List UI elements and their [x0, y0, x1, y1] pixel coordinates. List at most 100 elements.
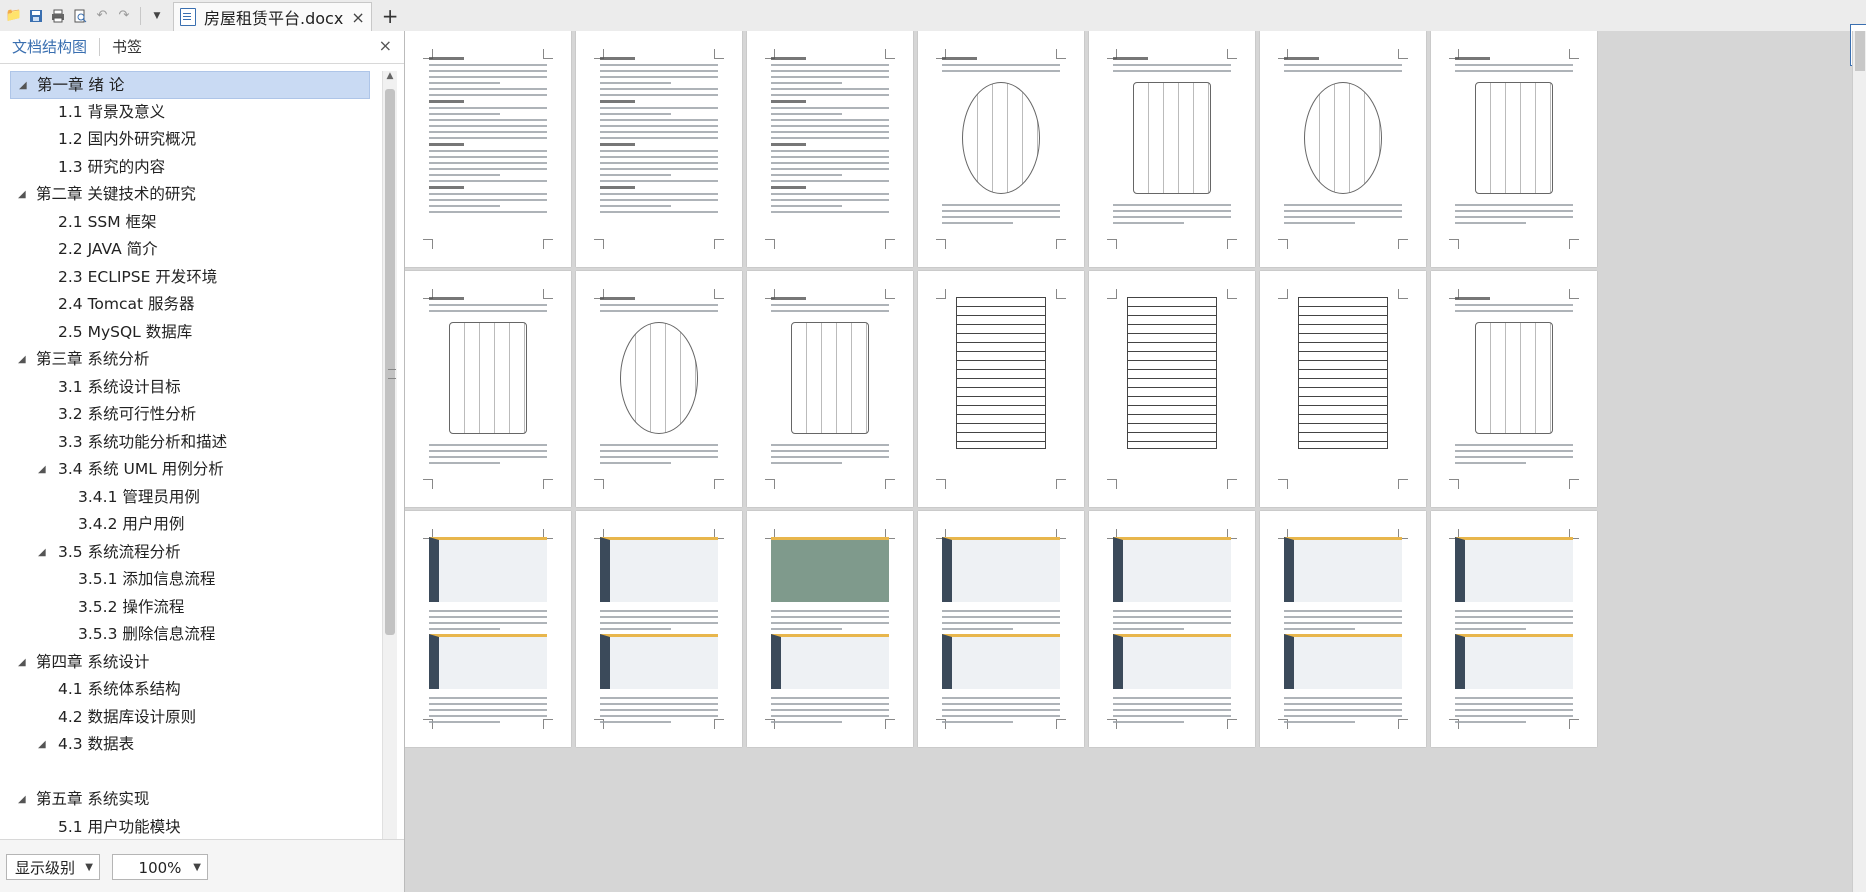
dropdown-icon[interactable]: ▼ [149, 8, 165, 24]
tree-item[interactable]: 1.2 国内外研究概况 [10, 126, 370, 154]
page-thumbnail[interactable] [1431, 271, 1597, 507]
page-thumbnail[interactable] [405, 511, 571, 747]
page-thumbnail[interactable] [918, 31, 1084, 267]
tree-item[interactable]: 3.5.1 添加信息流程 [10, 566, 370, 594]
tree-item[interactable]: 2.1 SSM 框架 [10, 209, 370, 237]
page-thumbnail[interactable] [1260, 31, 1426, 267]
page-thumbnail[interactable] [1431, 31, 1597, 267]
save-icon[interactable] [28, 8, 44, 24]
close-pane-icon[interactable]: × [379, 36, 392, 55]
close-tab-icon[interactable]: × [351, 8, 364, 27]
tree-item[interactable]: 3.3 系统功能分析和描述 [10, 429, 370, 457]
tree-item[interactable]: 4.2 数据库设计原则 [10, 704, 370, 732]
page-text-line [600, 64, 718, 66]
expand-toggle-icon[interactable]: ◢ [19, 72, 27, 100]
page-text-line [942, 697, 1060, 699]
navigation-scrollbar[interactable]: ▲ ▼ [382, 71, 397, 861]
tree-item[interactable]: 4.1 系统体系结构 [10, 676, 370, 704]
zoom-select[interactable]: 100% ▼ [112, 854, 208, 880]
expand-toggle-icon[interactable]: ◢ [38, 731, 46, 759]
page-text-line [1284, 210, 1402, 212]
navigation-pane-footer: 显示级别 ▼ 100% ▼ [0, 839, 404, 892]
tab-document-map[interactable]: 文档结构图 [0, 31, 99, 63]
page-thumbnail[interactable] [576, 31, 742, 267]
page-thumbnail[interactable] [405, 31, 571, 267]
page-thumbnail[interactable] [1089, 271, 1255, 507]
expand-toggle-icon[interactable]: ◢ [18, 649, 26, 677]
tree-item[interactable]: ◢ 第二章 关键技术的研究 [10, 181, 370, 209]
redo-icon[interactable]: ↷ [116, 8, 132, 24]
page-thumbnail[interactable] [1260, 271, 1426, 507]
page-screenshot-figure [771, 537, 889, 602]
page-thumbnail[interactable] [1089, 31, 1255, 267]
page-thumbnail[interactable] [405, 271, 571, 507]
page-corner-mark [594, 239, 604, 249]
expand-toggle-icon[interactable]: ◢ [18, 346, 26, 374]
new-tab-button[interactable]: + [382, 4, 399, 28]
page-content [429, 537, 547, 727]
page-thumbnail[interactable] [1260, 511, 1426, 747]
tree-item[interactable]: 2.5 MySQL 数据库 [10, 319, 370, 347]
page-thumbnail[interactable] [576, 511, 742, 747]
tree-item[interactable]: ◢ 第四章 系统设计 [10, 649, 370, 677]
expand-toggle-icon[interactable]: ◢ [18, 181, 26, 209]
expand-toggle-icon[interactable]: ◢ [18, 786, 26, 814]
document-page-grid[interactable] [405, 31, 1866, 892]
tree-item[interactable]: 3.2 系统可行性分析 [10, 401, 370, 429]
tab-bookmarks[interactable]: 书签 [100, 31, 154, 63]
tree-item[interactable]: 1.1 背景及意义 [10, 99, 370, 127]
tree-item[interactable]: ◢ 第五章 系统实现 [10, 786, 370, 814]
page-thumbnail[interactable] [576, 271, 742, 507]
open-folder-icon[interactable]: 📁 [6, 8, 22, 24]
page-thumbnail[interactable] [918, 511, 1084, 747]
print-icon[interactable] [50, 8, 66, 24]
page-diagram-figure [1475, 322, 1553, 434]
scrollbar-thumb[interactable] [385, 89, 396, 635]
page-thumbnail[interactable] [918, 271, 1084, 507]
tree-item[interactable]: ◢ 3.4 系统 UML 用例分析 [10, 456, 370, 484]
page-text-line [771, 94, 889, 96]
tree-item[interactable]: 3.4.2 用户用例 [10, 511, 370, 539]
page-thumbnail[interactable] [747, 271, 913, 507]
expand-toggle-icon[interactable]: ◢ [38, 456, 46, 484]
page-thumbnail[interactable] [747, 511, 913, 747]
document-scrollbar[interactable] [1852, 31, 1866, 892]
tree-item-label: 3.1 系统设计目标 [58, 377, 181, 396]
page-text-line [600, 703, 718, 705]
page-thumbnail[interactable] [747, 31, 913, 267]
page-thumbnail[interactable] [1089, 511, 1255, 747]
page-content [771, 57, 889, 217]
page-text-line [1455, 210, 1573, 212]
tree-item[interactable]: ◢ 第三章 系统分析 [10, 346, 370, 374]
tree-item[interactable]: 2.3 ECLIPSE 开发环境 [10, 264, 370, 292]
tree-item[interactable]: 2.4 Tomcat 服务器 [10, 291, 370, 319]
page-text-line [600, 709, 718, 711]
tree-item[interactable]: ◢ 4.3 数据表 [10, 731, 370, 759]
tree-item[interactable]: ◢ 3.5 系统流程分析 [10, 539, 370, 567]
page-corner-mark [543, 239, 553, 249]
document-map-tree: ◢ 第一章 绪 论 1.1 背景及意义 1.2 国内外研究概况 1.3 研究的内容 ◢ 第二… [10, 71, 370, 841]
page-text-line [429, 304, 547, 306]
tree-item[interactable]: 3.5.2 操作流程 [10, 594, 370, 622]
display-level-select[interactable]: 显示级别 ▼ [6, 854, 100, 880]
scroll-up-icon[interactable]: ▲ [383, 71, 397, 81]
document-scrollbar-thumb[interactable] [1855, 31, 1865, 71]
tree-item[interactable]: ◢ 第一章 绪 论 [10, 71, 370, 99]
page-text-line [1284, 715, 1402, 717]
print-preview-icon[interactable] [72, 8, 88, 24]
tree-item[interactable]: 1.3 研究的内容 [10, 154, 370, 182]
tree-item-label: 第四章 系统设计 [36, 652, 150, 671]
expand-toggle-icon[interactable]: ◢ [38, 539, 46, 567]
tree-item[interactable]: 2.2 JAVA 简介 [10, 236, 370, 264]
tree-item[interactable]: 3.5.3 删除信息流程 [10, 621, 370, 649]
tree-item[interactable]: 3.4.1 管理员用例 [10, 484, 370, 512]
tree-item[interactable]: 5.1 用户功能模块 [10, 814, 370, 842]
page-thumbnail[interactable] [1431, 511, 1597, 747]
page-corner-mark [594, 479, 604, 489]
navigation-pane: 文档结构图 书签 × ◢ 第一章 绪 论 1.1 背景及意义 1.2 国内外研究概况 1… [0, 31, 405, 892]
page-text-line [1113, 216, 1231, 218]
document-tab[interactable]: 房屋租赁平台.docx × [173, 1, 372, 32]
page-text-line [600, 156, 718, 158]
tree-item[interactable]: 3.1 系统设计目标 [10, 374, 370, 402]
undo-icon[interactable]: ↶ [94, 8, 110, 24]
